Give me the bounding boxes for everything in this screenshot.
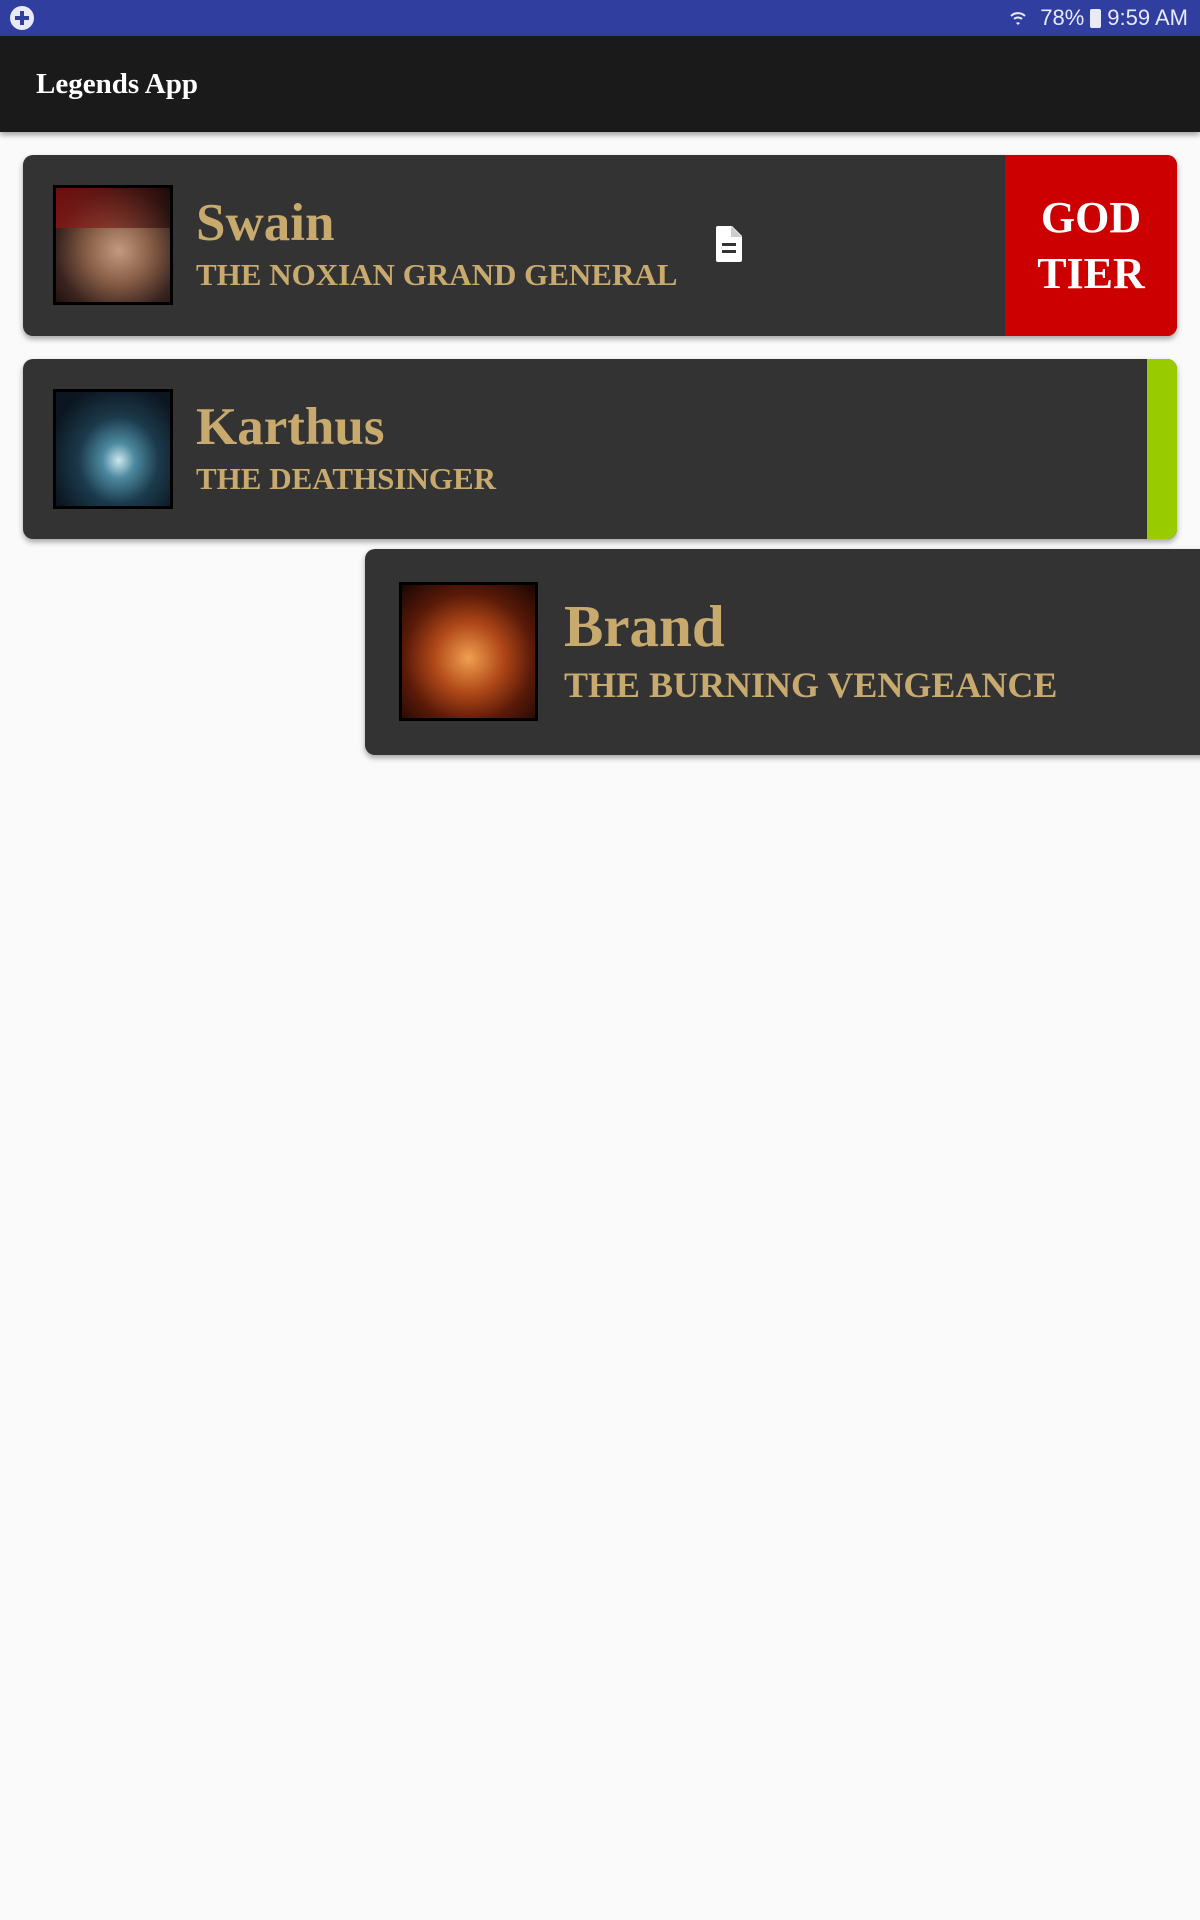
tier-stripe	[1147, 359, 1177, 539]
status-bar: 78% 9:59 AM	[0, 0, 1200, 36]
battery-icon	[1090, 8, 1102, 28]
app-bar: Legends App	[0, 36, 1200, 132]
champion-name: Brand	[564, 593, 725, 659]
champion-name: Swain	[196, 194, 335, 252]
champion-portrait	[53, 185, 173, 305]
tier-badge: GOD TIER	[1005, 155, 1177, 336]
champion-card-karthus[interactable]: Karthus THE DEATHSINGER	[23, 359, 1177, 539]
champion-title: THE BURNING VENGEANCE	[564, 665, 1058, 705]
champion-title: THE DEATHSINGER	[196, 461, 497, 496]
document-icon[interactable]	[716, 226, 742, 262]
battery-percent: 78%	[1040, 5, 1085, 30]
champion-name: Karthus	[196, 398, 385, 456]
champion-card-swain[interactable]: Swain THE NOXIAN GRAND GENERAL GOD TIER	[23, 155, 1177, 336]
champion-portrait	[53, 389, 173, 509]
clock: 9:59 AM	[1107, 5, 1188, 30]
champion-portrait	[399, 582, 538, 721]
tier-label-line1: GOD	[1040, 192, 1142, 242]
app-title: Legends App	[36, 67, 198, 100]
notification-plus-icon	[10, 6, 34, 30]
champion-title: THE NOXIAN GRAND GENERAL	[196, 257, 678, 292]
tier-label-line2: TIER	[1037, 248, 1145, 298]
wifi-icon	[1010, 12, 1026, 25]
champion-card-brand[interactable]: Brand THE BURNING VENGEANCE	[365, 549, 1200, 755]
